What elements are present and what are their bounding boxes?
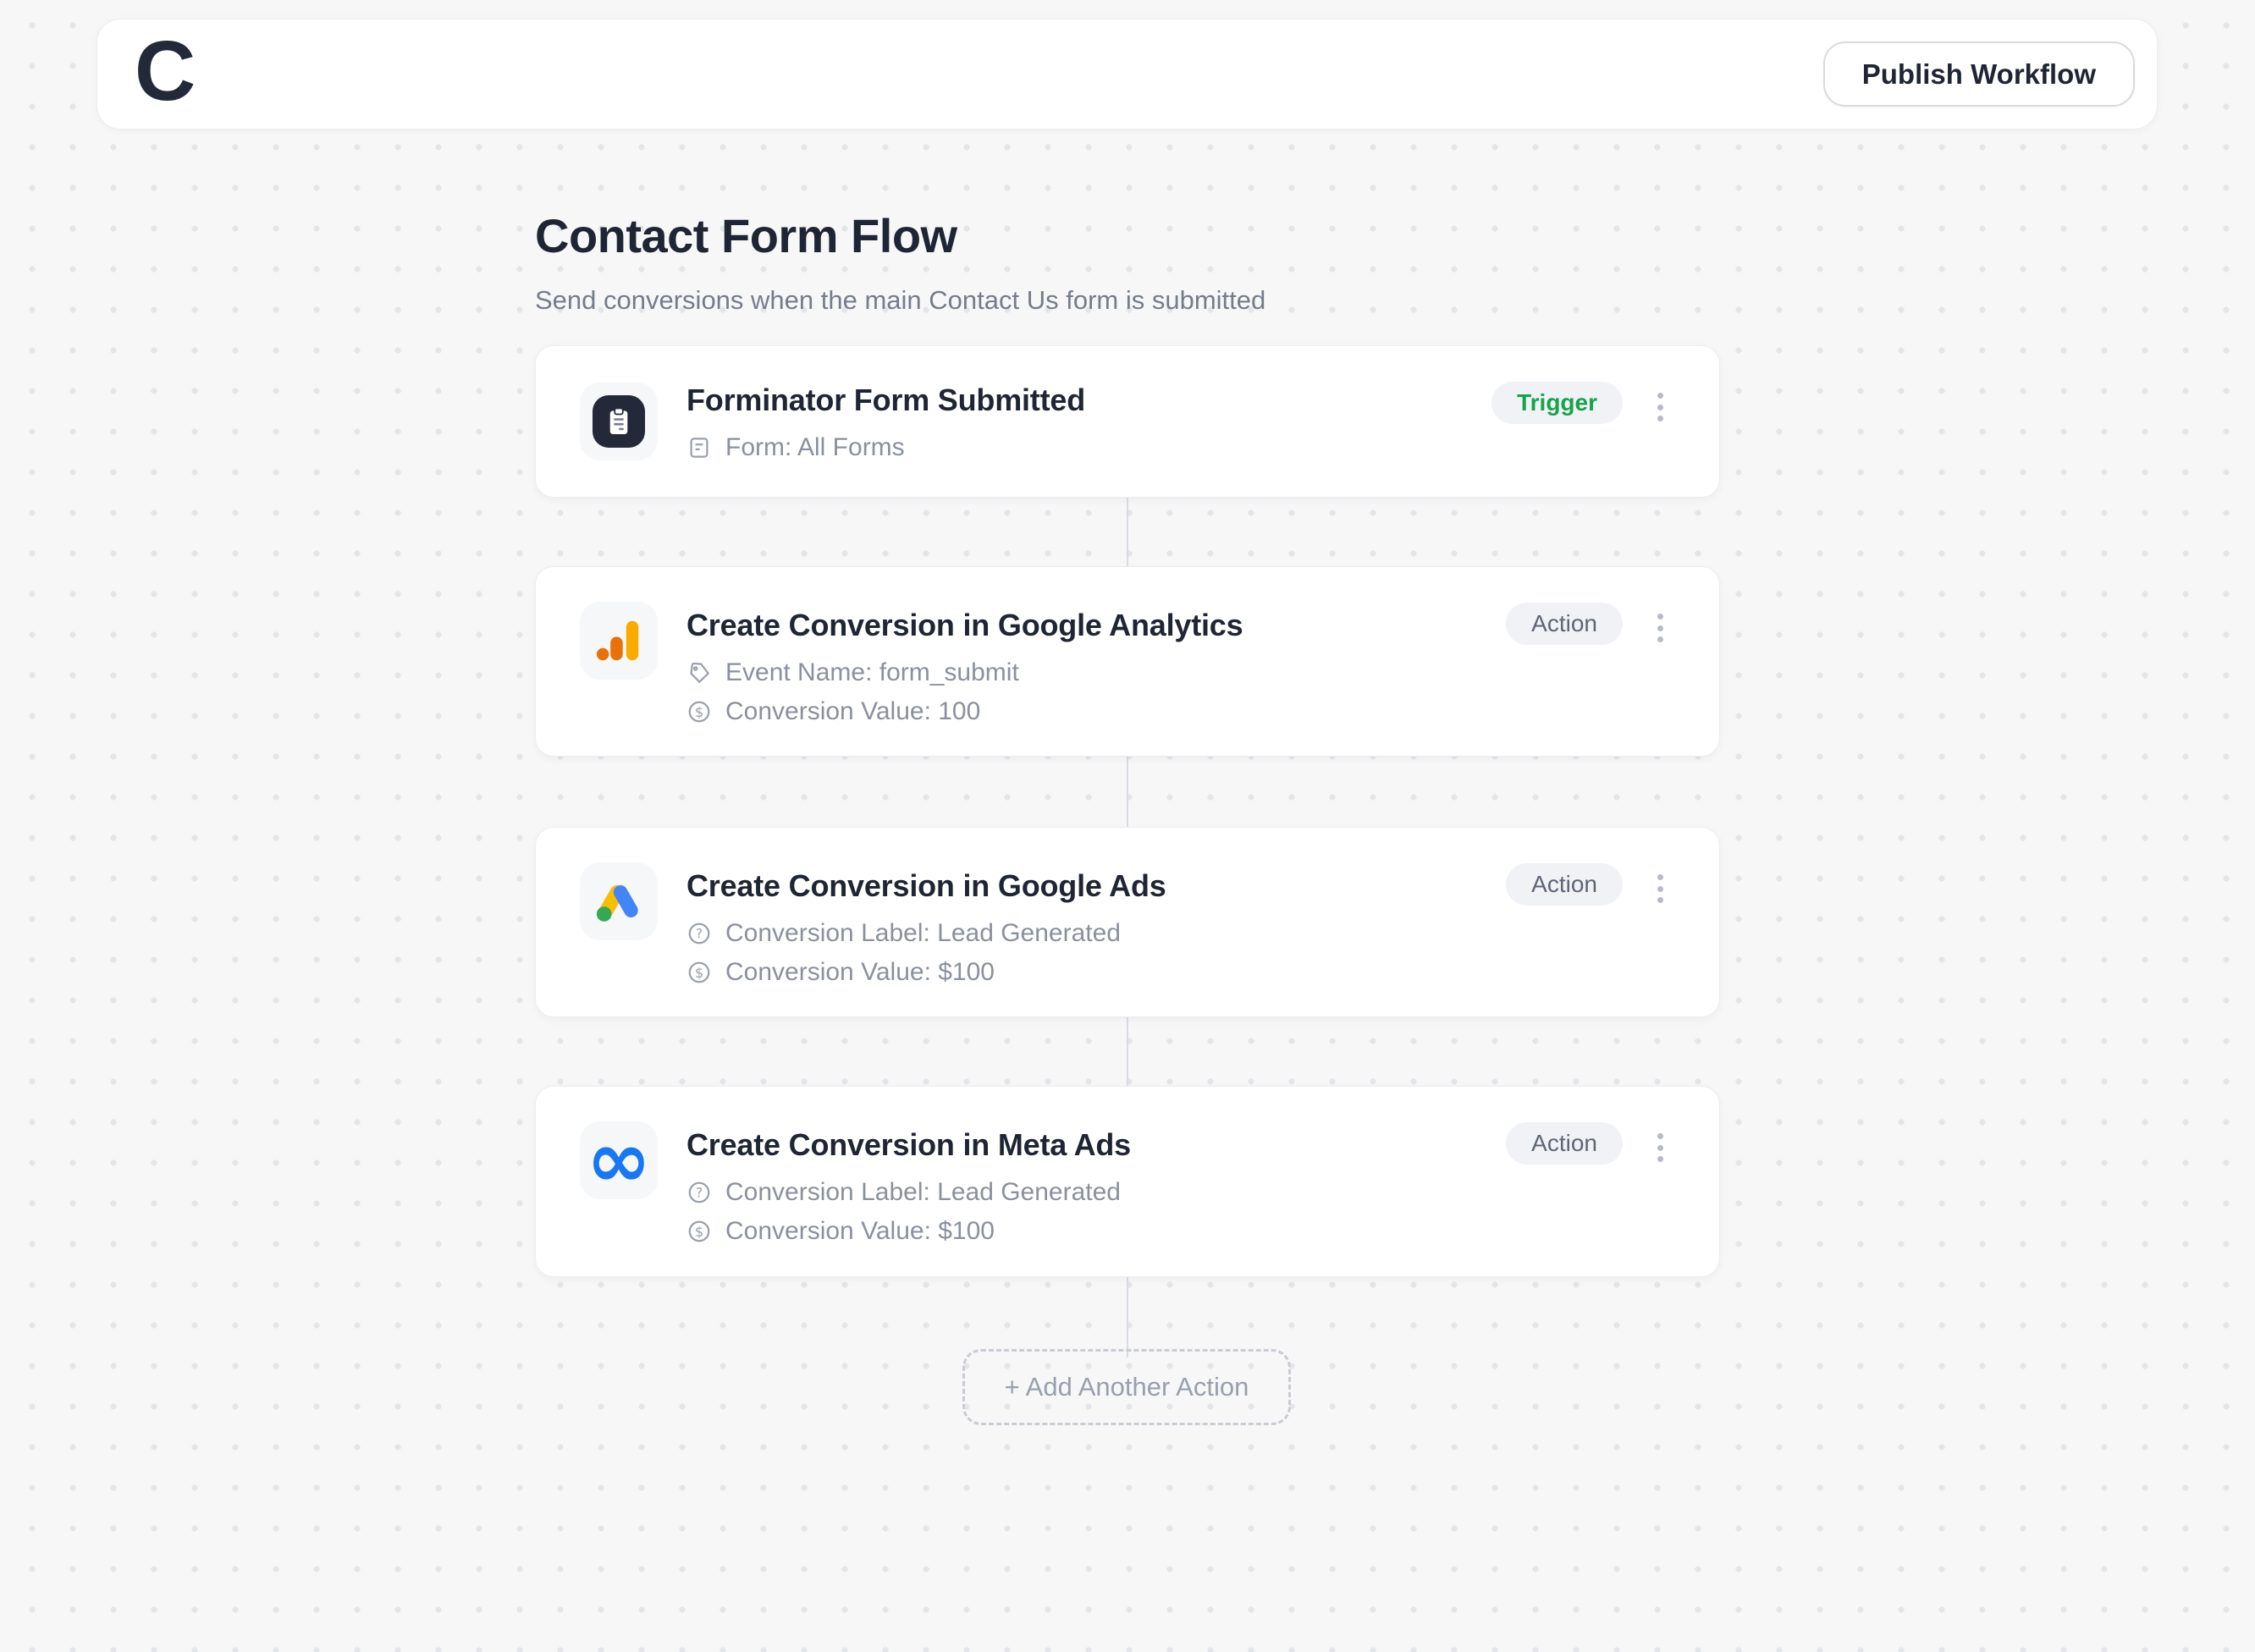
meta-logo-icon: ∞: [587, 1134, 652, 1187]
action-badge: Action: [1506, 603, 1623, 645]
tag-icon: [686, 660, 712, 686]
workflow-node-google-analytics[interactable]: Create Conversion in Google Analytics Ev…: [535, 566, 1720, 757]
google-analytics-logo-icon: [593, 614, 645, 667]
dollar-circle-icon: $: [686, 699, 712, 724]
action-badge: Action: [1506, 863, 1623, 906]
kebab-menu-icon[interactable]: [1645, 872, 1675, 906]
google-analytics-icon: [580, 602, 658, 680]
form-document-icon: [686, 435, 712, 460]
svg-text:$: $: [695, 965, 703, 981]
node-meta-row: ? Conversion Label: Lead Generated: [686, 919, 1166, 948]
node-meta-row: ? Conversion Label: Lead Generated: [686, 1178, 1131, 1207]
node-meta-text: Form: All Forms: [725, 433, 905, 462]
kebab-menu-icon[interactable]: [1645, 390, 1675, 424]
node-meta-row: Form: All Forms: [686, 433, 1085, 462]
action-badge: Action: [1506, 1122, 1623, 1165]
add-another-action-button[interactable]: + Add Another Action: [962, 1349, 1291, 1425]
google-ads-logo-icon: [593, 875, 645, 928]
svg-text:?: ?: [696, 927, 703, 942]
node-title: Create Conversion in Google Analytics: [686, 608, 1243, 643]
trigger-badge: Trigger: [1491, 382, 1623, 424]
workflow-node-trigger[interactable]: Forminator Form Submitted Form: All Form…: [535, 345, 1720, 498]
node-meta-text: Conversion Label: Lead Generated: [725, 1178, 1121, 1207]
node-meta-row: $ Conversion Value: $100: [686, 958, 1166, 987]
svg-text:$: $: [695, 1224, 703, 1240]
meta-infinity-icon: ∞: [580, 1121, 658, 1199]
top-bar: C Publish Workflow: [96, 19, 2158, 129]
page-head: Contact Form Flow Send conversions when …: [535, 208, 1720, 316]
workflow-node-google-ads[interactable]: Create Conversion in Google Ads ? Conver…: [535, 827, 1720, 1017]
clipboard-icon: [603, 405, 635, 438]
node-title: Forminator Form Submitted: [686, 383, 1085, 418]
kebab-menu-icon[interactable]: [1645, 611, 1675, 645]
page-title: Contact Form Flow: [535, 208, 1720, 263]
forminator-clipboard-icon: [580, 383, 658, 460]
svg-text:$: $: [695, 704, 703, 720]
node-meta-row: $ Conversion Value: 100: [686, 697, 1243, 726]
node-meta-text: Conversion Value: $100: [725, 1217, 995, 1246]
workflow-node-meta-ads[interactable]: ∞ Create Conversion in Meta Ads ? Conver…: [535, 1086, 1720, 1277]
publish-workflow-button[interactable]: Publish Workflow: [1823, 41, 2135, 107]
node-meta-row: $ Conversion Value: $100: [686, 1217, 1131, 1246]
question-circle-icon: ?: [686, 1180, 712, 1205]
kebab-menu-icon[interactable]: [1645, 1131, 1675, 1165]
node-meta-text: Conversion Value: $100: [725, 958, 995, 987]
app-logo: C: [135, 29, 192, 113]
node-meta-text: Conversion Label: Lead Generated: [725, 919, 1121, 948]
node-meta-text: Conversion Value: 100: [725, 697, 980, 726]
node-meta-row: Event Name: form_submit: [686, 658, 1243, 687]
question-circle-icon: ?: [686, 921, 712, 946]
node-meta-text: Event Name: form_submit: [725, 658, 1019, 687]
svg-text:?: ?: [696, 1186, 703, 1201]
node-title: Create Conversion in Meta Ads: [686, 1127, 1131, 1163]
dollar-circle-icon: $: [686, 1219, 712, 1244]
google-ads-icon: [580, 862, 658, 940]
node-title: Create Conversion in Google Ads: [686, 868, 1166, 904]
page-subtitle: Send conversions when the main Contact U…: [535, 285, 1720, 316]
dollar-circle-icon: $: [686, 960, 712, 985]
